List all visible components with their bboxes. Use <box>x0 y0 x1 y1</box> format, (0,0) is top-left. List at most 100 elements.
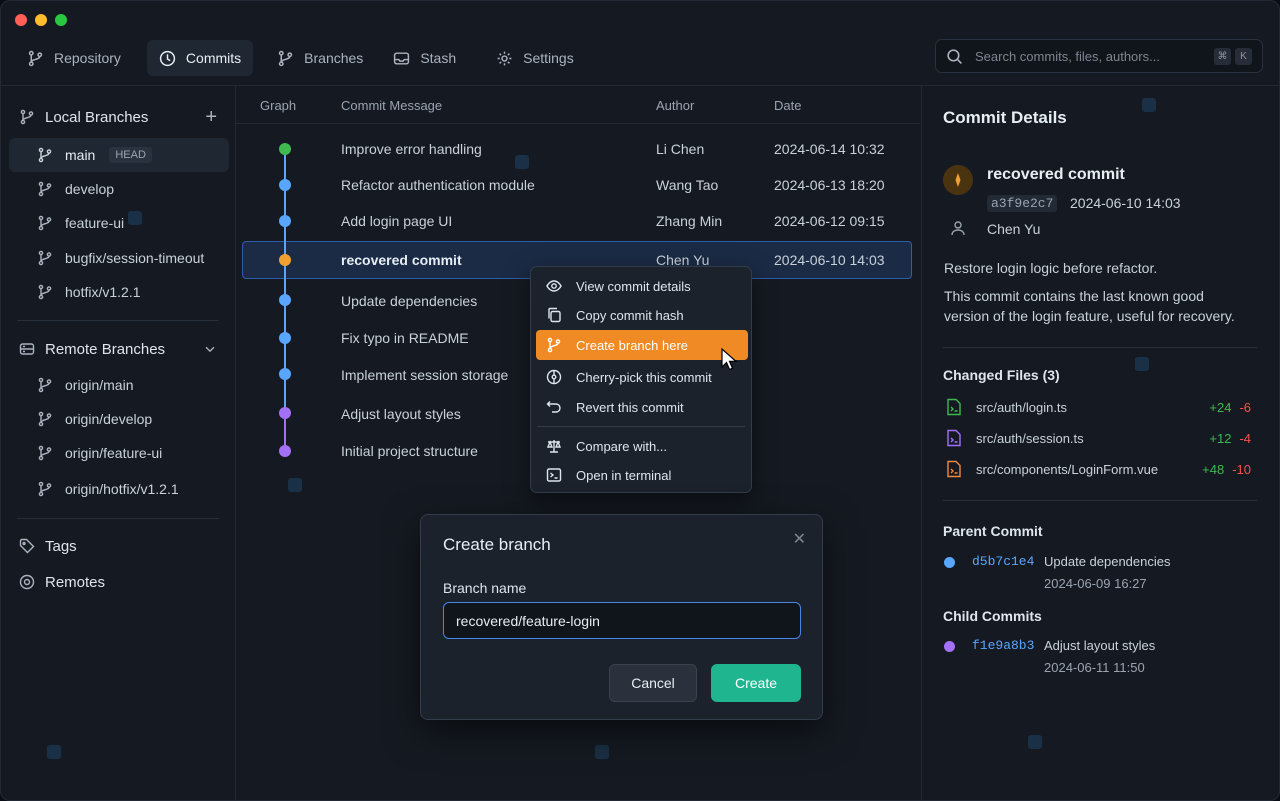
file-deletions: -6 <box>1239 399 1251 415</box>
commit-date: 2024-06-10 14:03 <box>1070 195 1181 211</box>
section-title: Local Branches <box>45 108 149 126</box>
menu-item-open-terminal[interactable]: Open in terminal <box>536 460 748 490</box>
menu-item-label: View commit details <box>576 278 691 294</box>
sidebar-remote-origin-hotfix[interactable]: origin/hotfix/v1.2.1 <box>9 472 229 506</box>
branch-icon <box>38 284 52 300</box>
local-branches-header[interactable]: Local Branches + <box>19 103 217 131</box>
menu-item-copy-hash[interactable]: Copy commit hash <box>536 300 748 330</box>
sidebar-tags[interactable]: Tags <box>19 532 217 560</box>
file-icon <box>947 398 961 416</box>
commit-node[interactable] <box>279 445 291 457</box>
tab-repository[interactable]: Repository <box>15 40 133 76</box>
changed-file-row[interactable]: src/auth/login.ts +24 -6 <box>946 396 1251 418</box>
tab-commits[interactable]: Commits <box>146 40 254 76</box>
commit-node[interactable] <box>279 407 291 419</box>
watermark-logo <box>515 155 529 169</box>
maximize-window-button[interactable] <box>55 14 67 26</box>
sidebar-branch-develop[interactable]: develop <box>9 172 229 206</box>
remote-branches-header[interactable]: Remote Branches <box>19 335 217 363</box>
menu-item-label: Copy commit hash <box>576 307 684 323</box>
parent-commit-title: Parent Commit <box>943 523 1043 539</box>
tab-settings[interactable]: Settings <box>484 40 586 76</box>
file-name: src/auth/login.ts <box>976 399 1068 415</box>
commit-node[interactable] <box>279 215 291 227</box>
commit-node[interactable] <box>279 294 291 306</box>
menu-item-cherry-pick[interactable]: Cherry-pick this commit <box>536 362 748 392</box>
sidebar-branch-feature-ui[interactable]: feature-ui <box>9 206 229 240</box>
close-window-button[interactable] <box>15 14 27 26</box>
commit-node[interactable] <box>279 368 291 380</box>
branch-icon <box>38 445 52 461</box>
file-name: src/auth/session.ts <box>976 430 1084 446</box>
commit-message: Fix typo in README <box>341 330 469 346</box>
tab-label: Branches <box>304 50 364 66</box>
changed-file-row[interactable]: src/components/LoginForm.vue +48 -10 <box>946 458 1251 480</box>
commit-node[interactable] <box>279 179 291 191</box>
commit-date: 2024-06-14 10:32 <box>774 141 885 157</box>
menu-item-label: Cherry-pick this commit <box>576 369 712 385</box>
commit-message: Adjust layout styles <box>341 406 461 422</box>
sidebar-branch-main[interactable]: main HEAD <box>9 138 229 172</box>
add-branch-button[interactable]: + <box>205 107 217 127</box>
commit-author: Chen Yu <box>987 221 1041 237</box>
k-key: K <box>1235 47 1252 65</box>
create-branch-dialog: Create branch ✕ Branch name Cancel Creat… <box>420 514 823 720</box>
commit-row[interactable]: Add login page UI Zhang Min 2024-06-12 0… <box>242 203 912 239</box>
branch-icon <box>38 181 52 197</box>
menu-item-view-details[interactable]: View commit details <box>536 271 748 301</box>
commit-list-header: Graph Commit Message Author Date <box>236 86 920 124</box>
menu-item-revert[interactable]: Revert this commit <box>536 392 748 422</box>
menu-item-create-branch[interactable]: Create branch here <box>536 330 748 360</box>
commit-row[interactable]: Refactor authentication module Wang Tao … <box>242 167 912 203</box>
commit-row[interactable]: Improve error handling Li Chen 2024-06-1… <box>242 131 912 167</box>
minimize-window-button[interactable] <box>35 14 47 26</box>
watermark-logo <box>1142 98 1156 112</box>
menu-item-compare[interactable]: Compare with... <box>536 431 748 461</box>
branch-icon <box>38 250 52 266</box>
tab-stash[interactable]: Stash <box>381 40 468 76</box>
commit-message: Add login page UI <box>341 213 453 229</box>
tab-branches[interactable]: Branches <box>265 40 375 76</box>
commit-message: Improve error handling <box>341 141 482 157</box>
sidebar-remote-origin-develop[interactable]: origin/develop <box>9 402 229 436</box>
sidebar-remotes[interactable]: Remotes <box>19 568 217 596</box>
commit-author: Zhang Min <box>656 213 723 229</box>
sidebar-divider <box>17 518 219 519</box>
commit-node-selected[interactable] <box>279 254 291 266</box>
child-commits-title: Child Commits <box>943 608 1042 624</box>
child-commit-hash[interactable]: f1e9a8b3 <box>972 638 1034 653</box>
changed-file-row[interactable]: src/auth/session.ts +12 -4 <box>946 427 1251 449</box>
commit-message: Refactor authentication module <box>341 177 535 193</box>
search-input[interactable] <box>975 48 1202 64</box>
parent-commit-message: Update dependencies <box>1044 554 1171 569</box>
sidebar-branch-bugfix[interactable]: bugfix/session-timeout <box>9 241 229 275</box>
branch-name-input[interactable] <box>443 602 801 639</box>
file-additions: +12 <box>1209 430 1232 446</box>
branch-name: develop <box>65 181 115 197</box>
tab-label: Settings <box>523 50 574 66</box>
parent-commit-hash[interactable]: d5b7c1e4 <box>972 554 1034 569</box>
sidebar-remote-origin-feature-ui[interactable]: origin/feature-ui <box>9 436 229 470</box>
column-author: Author <box>656 98 695 113</box>
create-button[interactable]: Create <box>711 664 801 702</box>
commit-node[interactable] <box>279 143 291 155</box>
commit-hash[interactable]: a3f9e2c7 <box>987 195 1058 212</box>
keyboard-shortcut: ⌘ K <box>1214 47 1252 65</box>
chevron-down-icon[interactable] <box>203 342 217 356</box>
section-title: Tags <box>45 537 77 555</box>
branch-name: origin/develop <box>65 411 153 427</box>
menu-item-label: Open in terminal <box>576 467 672 483</box>
sidebar-branch-hotfix[interactable]: hotfix/v1.2.1 <box>9 275 229 309</box>
child-commit-dot <box>944 641 955 652</box>
branch-icon <box>38 147 52 163</box>
commit-node[interactable] <box>279 332 291 344</box>
branch-name: main <box>65 147 96 163</box>
section-title: Remotes <box>45 573 106 591</box>
commit-author: Li Chen <box>656 141 705 157</box>
close-icon[interactable]: ✕ <box>793 529 806 549</box>
cancel-button[interactable]: Cancel <box>609 664 697 702</box>
changed-files-title: Changed Files (3) <box>943 367 1060 383</box>
sidebar-remote-origin-main[interactable]: origin/main <box>9 368 229 402</box>
globe-icon <box>19 574 35 590</box>
commit-date: 2024-06-13 18:20 <box>774 177 885 193</box>
